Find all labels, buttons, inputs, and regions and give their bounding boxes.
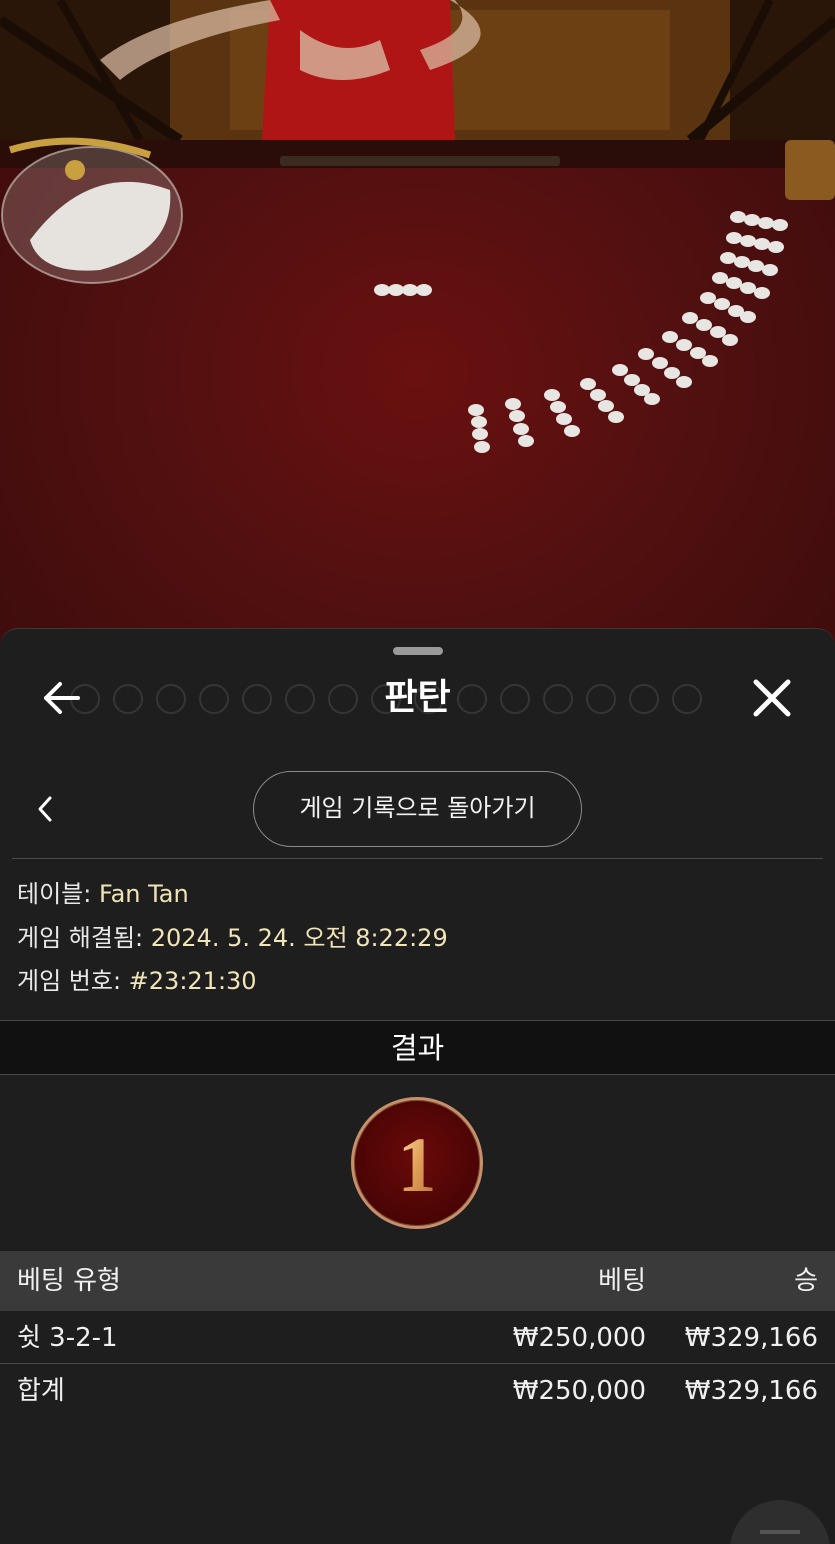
result-ball: 1	[351, 1097, 483, 1229]
col-win: 승	[794, 1266, 818, 1296]
game-number-info: 게임 번호: #23:21:30	[17, 964, 257, 998]
col-bet: 베팅	[598, 1266, 646, 1296]
table-divider	[0, 1363, 835, 1364]
result-value: 1	[398, 1121, 437, 1208]
result-header: 결과	[0, 1020, 835, 1075]
resolved-info: 게임 해결됨: 2024. 5. 24. 오전 8:22:29	[17, 921, 448, 955]
game-number-value: #23:21:30	[128, 967, 257, 995]
game-number-label: 게임 번호:	[17, 967, 129, 995]
row-bet-amount: ₩250,000	[512, 1323, 646, 1353]
back-to-history-button[interactable]: 게임 기록으로 돌아가기	[253, 771, 582, 847]
sheet-title: 판탄	[384, 677, 451, 718]
sheet-drag-handle[interactable]	[393, 647, 443, 655]
divider	[12, 858, 823, 859]
total-bet-amount: ₩250,000	[512, 1376, 646, 1406]
live-video-feed	[0, 0, 835, 680]
row-win-amount: ₩329,166	[684, 1323, 818, 1353]
resolved-value: 2024. 5. 24. 오전 8:22:29	[150, 924, 448, 952]
col-bet-type: 베팅 유형	[17, 1266, 121, 1296]
total-win-amount: ₩329,166	[684, 1376, 818, 1406]
resolved-label: 게임 해결됨:	[17, 924, 151, 952]
total-label: 합계	[17, 1376, 65, 1406]
table-value: Fan Tan	[98, 880, 189, 908]
chevron-left-icon[interactable]	[32, 790, 60, 828]
close-icon[interactable]	[750, 676, 794, 720]
table-info: 테이블: Fan Tan	[17, 877, 189, 911]
table-label: 테이블:	[17, 880, 99, 908]
row-bet-type: 쉿 3-2-1	[17, 1323, 118, 1353]
